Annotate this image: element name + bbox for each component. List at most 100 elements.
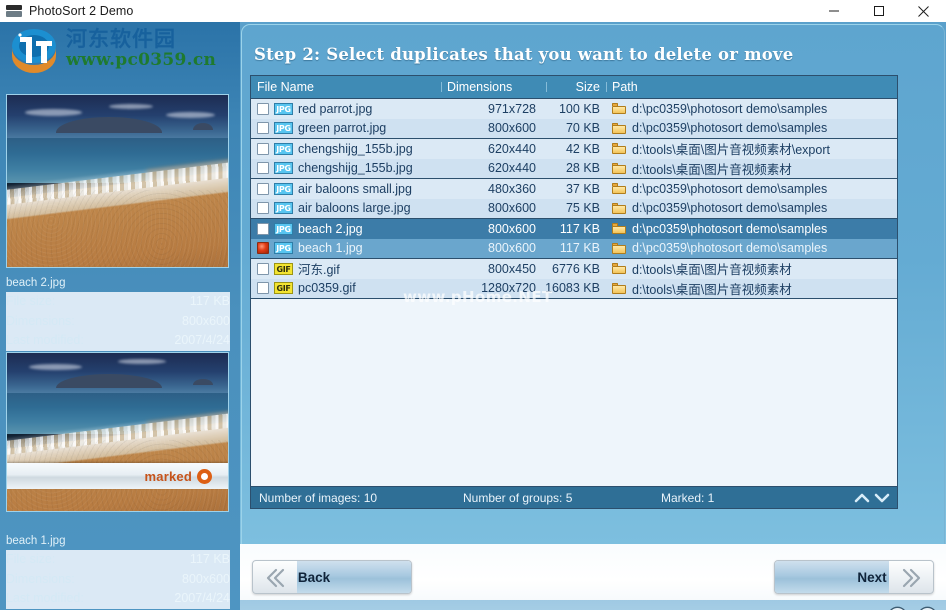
path-text: d:\tools\桌面\图片音视频素材\export [632, 143, 830, 158]
cell-path: d:\tools\桌面\图片音视频素材 [606, 159, 858, 178]
help-icon[interactable]: ? [916, 605, 938, 610]
watermark-url: www.pc0359.cn [66, 50, 217, 70]
path-text: d:\pc0359\photosort demo\samples [632, 241, 828, 256]
folder-icon [612, 162, 626, 174]
table-row[interactable]: GIF pc0359.gif 1280x720 16083 KB d:\tools\桌面… [251, 278, 897, 298]
cell-size: 37 KB [565, 181, 600, 196]
file-name-text: air baloons large.jpg [298, 201, 411, 216]
next-group-icon[interactable] [873, 490, 891, 506]
beach-photo [7, 95, 228, 267]
file-type-icon: JPG [274, 102, 293, 115]
row-checkbox[interactable] [257, 142, 269, 155]
cell-dimensions: 620x440 [488, 161, 536, 176]
preview-image-bottom[interactable]: marked [6, 352, 229, 512]
marked-indicator-icon[interactable] [257, 242, 269, 255]
table-row[interactable]: JPG air baloons small.jpg 480x360 37 KB d:\p… [251, 179, 897, 199]
bottom-bar: ? [240, 600, 946, 610]
table-row[interactable]: GIF 河东.gif 800x450 6776 KB d:\tools\桌面\图片音视频… [251, 259, 897, 279]
row-checkbox[interactable] [257, 222, 269, 235]
table-row[interactable]: JPG green parrot.jpg 800x600 70 KB d:\pc0359… [251, 118, 897, 138]
cell-file-name: JPG beach 1.jpg [251, 241, 441, 255]
folder-icon [612, 122, 626, 134]
cell-path: d:\pc0359\photosort demo\samples [606, 102, 858, 116]
status-nav-arrows [853, 490, 897, 506]
cell-file-name: JPG air baloons large.jpg [251, 201, 441, 215]
chevron-right-icon [895, 567, 925, 589]
table-row[interactable]: JPG air baloons large.jpg 800x600 75 KB d:\p… [251, 198, 897, 218]
table-header-row: File Name Dimensions Size Path [251, 76, 897, 99]
row-checkbox[interactable] [257, 162, 269, 175]
cell-path: d:\pc0359\photosort demo\samples [606, 241, 858, 255]
folder-icon [612, 282, 626, 294]
minimize-icon[interactable] [811, 0, 856, 22]
cell-path: d:\pc0359\photosort demo\samples [606, 222, 858, 236]
cell-path: d:\tools\桌面\图片音视频素材 [606, 279, 858, 298]
path-text: d:\pc0359\photosort demo\samples [632, 101, 828, 116]
file-type-icon: JPG [274, 142, 293, 155]
file-name-text: beach 1.jpg [298, 241, 363, 256]
cell-dimensions: 480x360 [488, 181, 536, 196]
duplicates-table[interactable]: File Name Dimensions Size Path JPG red pa… [250, 75, 898, 509]
file-type-icon: JPG [274, 242, 293, 255]
table-row[interactable]: JPG red parrot.jpg 971x728 100 KB d:\pc0359\… [251, 99, 897, 119]
cell-size: 16083 KB [546, 281, 600, 296]
table-row[interactable]: JPG beach 2.jpg 800x600 117 KB d:\pc0359\pho… [251, 219, 897, 239]
file-name-text: green parrot.jpg [298, 121, 387, 136]
column-header-path[interactable]: Path [606, 80, 858, 94]
label-dimensions: Dimensions: [6, 571, 75, 586]
marked-ring-icon [197, 468, 212, 484]
file-type-icon: JPG [274, 202, 293, 215]
preview-image-top[interactable] [6, 94, 229, 268]
label-last-modified: Last modified: [6, 333, 84, 348]
path-text: d:\tools\桌面\图片音视频素材 [632, 263, 792, 278]
window-title: PhotoSort 2 Demo [29, 4, 134, 18]
table-body: JPG red parrot.jpg 971x728 100 KB d:\pc0359\… [251, 99, 897, 299]
folder-icon [612, 183, 626, 195]
duplicate-group: JPG air baloons small.jpg 480x360 37 KB d:\p… [251, 179, 897, 219]
cell-dimensions: 800x600 [488, 241, 536, 256]
row-checkbox[interactable] [257, 262, 269, 275]
row-checkbox[interactable] [257, 182, 269, 195]
status-marked-count: Marked: 1 [661, 490, 715, 505]
cell-dimensions: 800x600 [488, 201, 536, 216]
preview-top-filename: beach 2.jpg [6, 277, 66, 289]
prev-group-icon[interactable] [853, 490, 871, 506]
table-row[interactable]: JPG chengshijg_155b.jpg 620x440 42 KB d:\too… [251, 139, 897, 159]
cell-file-name: JPG chengshijg_155b.jpg [251, 142, 441, 156]
file-type-icon: GIF [274, 262, 293, 275]
marked-badge: marked [7, 463, 228, 489]
marked-label: marked [144, 468, 192, 484]
value-last-modified: 2007/4/24 [174, 333, 230, 348]
title-bar: PhotoSort 2 Demo [0, 0, 946, 23]
column-header-size[interactable]: Size [546, 80, 606, 94]
back-button[interactable]: Back [252, 560, 412, 594]
wizard-panel: Step 2: Select duplicates that you want … [241, 24, 945, 544]
cell-dimensions: 800x600 [488, 221, 536, 236]
value-dimensions: 800x600 [182, 571, 230, 586]
label-last-modified: Last modified: [6, 591, 84, 606]
row-checkbox[interactable] [257, 282, 269, 295]
file-name-text: chengshijg_155b.jpg [298, 161, 413, 176]
table-row[interactable]: JPG beach 1.jpg 800x600 117 KB d:\pc0359\pho… [251, 238, 897, 258]
row-checkbox[interactable] [257, 202, 269, 215]
next-button[interactable]: Next [774, 560, 934, 594]
cell-file-name: GIF 河东.gif [251, 259, 441, 278]
cell-size: 28 KB [565, 161, 600, 176]
row-checkbox[interactable] [257, 122, 269, 135]
cell-file-name: JPG chengshijg_155b.jpg [251, 161, 441, 175]
column-header-file-name[interactable]: File Name [251, 80, 441, 94]
cell-path: d:\pc0359\photosort demo\samples [606, 201, 858, 215]
preview-top-info: beach 2.jpg File size: 117 KB Dimensions:… [6, 276, 230, 351]
folder-icon [612, 242, 626, 254]
close-icon[interactable] [901, 0, 946, 22]
cell-file-name: JPG red parrot.jpg [251, 102, 441, 116]
cell-size: 42 KB [565, 141, 600, 156]
row-checkbox[interactable] [257, 102, 269, 115]
basket-icon[interactable] [886, 605, 908, 610]
value-last-modified: 2007/4/24 [174, 591, 230, 606]
table-status-bar: Number of images: 10 Number of groups: 5… [251, 486, 897, 508]
table-row[interactable]: JPG chengshijg_155b.jpg 620x440 28 KB d:\too… [251, 158, 897, 178]
duplicate-group: GIF 河东.gif 800x450 6776 KB d:\tools\桌面\图片音视频… [251, 259, 897, 299]
column-header-dimensions[interactable]: Dimensions [441, 80, 546, 94]
maximize-icon[interactable] [856, 0, 901, 22]
